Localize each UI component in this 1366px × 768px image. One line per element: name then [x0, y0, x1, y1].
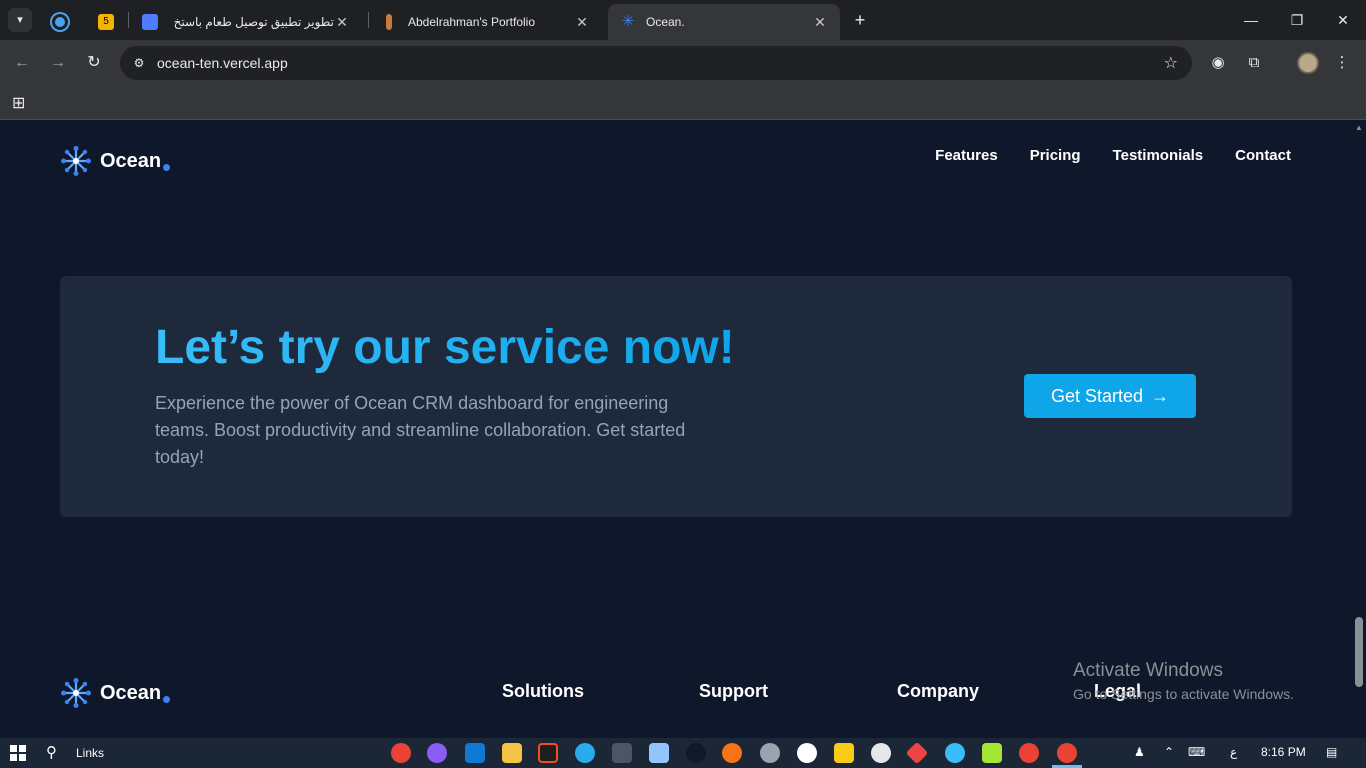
get-started-label: Get Started: [1050, 385, 1144, 406]
footer-heading-company: Company: [897, 681, 980, 701]
notifications-icon[interactable]: ▤: [1326, 745, 1337, 759]
header-logo[interactable]: Ocean: [60, 145, 171, 177]
app-icon[interactable]: [982, 743, 1002, 763]
page-scrollbar[interactable]: ▲: [1352, 121, 1366, 738]
chrome-icon[interactable]: [1019, 743, 1039, 763]
nav-pricing[interactable]: Pricing: [1030, 147, 1081, 164]
cat-app-icon[interactable]: [871, 743, 891, 763]
tab-strip: ▾ 5 تطوير تطبيق توصيل طعام باستخ ✕ Abdel…: [0, 0, 1366, 40]
site-info-icon[interactable]: ⚙: [130, 54, 148, 72]
app-icon[interactable]: [612, 743, 632, 763]
tab-portfolio[interactable]: Abdelrahman's Portfolio ✕: [370, 4, 602, 40]
tab-pinned-2[interactable]: 5: [86, 4, 126, 40]
arrow-right-icon: →: [1151, 385, 1170, 406]
watermark-subtitle: Go to Settings to activate Windows.: [1073, 686, 1294, 702]
footer-logo[interactable]: Ocean: [60, 677, 171, 709]
new-tab-button[interactable]: +: [848, 8, 872, 32]
language-indicator[interactable]: ع: [1230, 745, 1237, 759]
windows-taskbar: ⚲ Links ♟ ⌃ ⌨ ع 8:16 PM ▤: [0, 738, 1366, 768]
app-icon[interactable]: [945, 743, 965, 763]
ocean-logo-icon: [61, 146, 91, 176]
close-tab-icon[interactable]: ✕: [812, 14, 828, 31]
w-logo-icon: [142, 14, 158, 30]
figma-icon[interactable]: [538, 743, 558, 763]
cta-description: Experience the power of Ocean CRM dashbo…: [155, 393, 686, 467]
minimize-button[interactable]: —: [1228, 0, 1274, 40]
file-explorer-icon[interactable]: [502, 743, 522, 763]
reload-icon[interactable]: ↻: [82, 51, 106, 75]
tab-ocean[interactable]: ✳ Ocean. ✕: [608, 4, 840, 40]
scrollbar-thumb[interactable]: [1355, 617, 1363, 687]
footer-brand-name: Ocean: [100, 681, 162, 704]
cta-section: Let’s try our service now! Experience th…: [60, 276, 1292, 517]
ocean-logo-icon: ✳: [621, 13, 635, 30]
vscode-icon[interactable]: [465, 743, 485, 763]
candle-icon: [386, 14, 392, 30]
tab-title: تطوير تطبيق توصيل طعام باستخ: [173, 15, 334, 29]
watermark-title: Activate Windows: [1073, 660, 1223, 681]
menu-kebab-icon[interactable]: ⋮: [1330, 51, 1354, 75]
dog-app-icon[interactable]: [760, 743, 780, 763]
five-badge-icon: 5: [98, 14, 114, 30]
keyboard-icon[interactable]: ⌨: [1188, 745, 1205, 759]
brand-dot: [163, 163, 171, 171]
footer-heading-solutions: Solutions: [502, 681, 584, 701]
github-desktop-icon[interactable]: [427, 743, 447, 763]
footer-heading-support: Support: [699, 681, 768, 701]
clock-text[interactable]: 8:16 PM: [1261, 745, 1306, 759]
profile-avatar[interactable]: [1297, 52, 1319, 74]
nav-contact[interactable]: Contact: [1235, 147, 1291, 164]
web-page: Ocean Features Pricing Testimonials Cont…: [0, 121, 1352, 738]
window-app-icon[interactable]: [649, 743, 669, 763]
telegram-icon[interactable]: [575, 743, 595, 763]
sticky-notes-icon[interactable]: [834, 743, 854, 763]
tab-search-button[interactable]: ▾: [8, 8, 32, 32]
close-tab-icon[interactable]: ✕: [574, 14, 590, 31]
tab-separator: [128, 12, 129, 28]
chrome-icon[interactable]: [391, 743, 411, 763]
bookmark-star-icon[interactable]: ☆: [1164, 53, 1178, 73]
brand-name: Ocean: [100, 149, 162, 172]
clock-app-icon[interactable]: [797, 743, 817, 763]
restore-button[interactable]: ❐: [1274, 0, 1320, 40]
search-icon[interactable]: ⚲: [46, 743, 57, 761]
taskbar-links-label[interactable]: Links: [76, 746, 104, 760]
extensions-puzzle-icon[interactable]: ⧉: [1242, 51, 1266, 75]
tab-title: Abdelrahman's Portfolio: [408, 15, 536, 29]
apps-grid-icon[interactable]: ⊞: [12, 93, 25, 113]
windows-start-icon[interactable]: [10, 745, 26, 761]
cta-heading: Let’s try our service now!: [155, 321, 735, 374]
back-arrow-icon[interactable]: ←: [10, 51, 34, 75]
scroll-up-icon[interactable]: ▲: [1355, 123, 1363, 132]
compass-app-icon[interactable]: [722, 743, 742, 763]
tab-arabic[interactable]: تطوير تطبيق توصيل طعام باستخ ✕: [130, 4, 362, 40]
url-text[interactable]: ocean-ten.vercel.app: [157, 55, 288, 71]
address-bar[interactable]: ⚙ ocean-ten.vercel.app ☆: [120, 46, 1192, 80]
tab-pinned-1[interactable]: [40, 4, 80, 40]
close-tab-icon[interactable]: ✕: [334, 14, 350, 31]
ocean-logo-icon: [61, 678, 91, 708]
nav-features[interactable]: Features: [935, 147, 998, 164]
git-icon[interactable]: [905, 741, 929, 765]
tab-separator: [368, 12, 369, 28]
bookmarks-bar: ⊞: [0, 86, 1366, 120]
brand-dot: [163, 695, 171, 703]
main-nav: Features Pricing Testimonials Contact: [935, 147, 1291, 164]
close-window-button[interactable]: ✕: [1320, 0, 1366, 40]
people-icon[interactable]: ♟: [1134, 745, 1145, 759]
tab-title: Ocean.: [646, 15, 685, 29]
forward-arrow-icon[interactable]: →: [46, 51, 70, 75]
browser-toolbar: ← → ↻ ⚙ ocean-ten.vercel.app ☆ ◉ ⧉ ⋮: [0, 40, 1366, 86]
circle-app-icon: [52, 14, 68, 30]
chevron-up-icon[interactable]: ⌃: [1164, 745, 1174, 759]
nav-testimonials[interactable]: Testimonials: [1113, 147, 1204, 164]
eye-extension-icon[interactable]: ◉: [1206, 51, 1230, 75]
activate-windows-watermark: Activate Windows Go to Settings to activ…: [1073, 660, 1294, 702]
owl-app-icon[interactable]: [686, 743, 706, 763]
get-started-button[interactable]: Get Started →: [1024, 374, 1196, 418]
chrome-active-icon[interactable]: [1057, 743, 1077, 763]
